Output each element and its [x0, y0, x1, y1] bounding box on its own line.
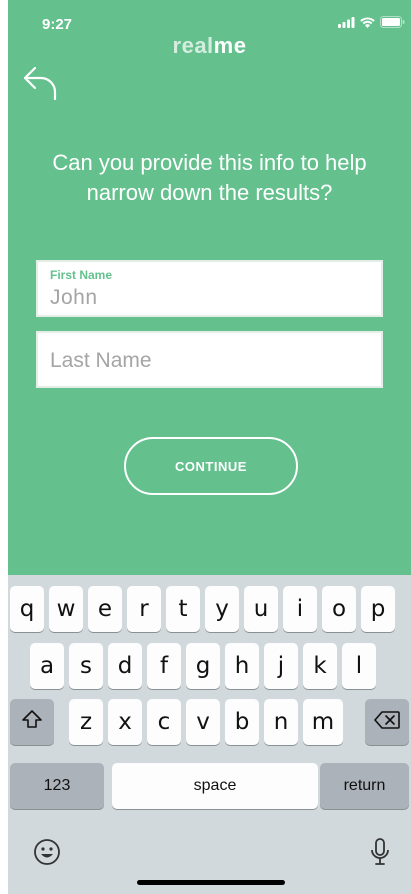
- key-w[interactable]: w: [49, 586, 83, 632]
- key-z[interactable]: z: [69, 699, 103, 745]
- back-button[interactable]: [21, 64, 65, 104]
- key-k[interactable]: k: [303, 643, 337, 689]
- numbers-key[interactable]: 123: [10, 763, 104, 809]
- delete-key[interactable]: [365, 699, 409, 745]
- last-name-field[interactable]: Last Name: [36, 331, 383, 388]
- key-d[interactable]: d: [108, 643, 142, 689]
- space-key[interactable]: space: [112, 763, 318, 809]
- status-bar: 9:27: [8, 0, 411, 34]
- first-name-field[interactable]: First Name John: [36, 260, 383, 317]
- microphone-icon[interactable]: [363, 835, 397, 869]
- key-x[interactable]: x: [108, 699, 142, 745]
- key-e[interactable]: e: [88, 586, 122, 632]
- emoji-icon[interactable]: [30, 835, 64, 869]
- key-g[interactable]: g: [186, 643, 220, 689]
- first-name-value[interactable]: John: [50, 286, 98, 310]
- home-indicator: [137, 880, 285, 885]
- return-key[interactable]: return: [320, 763, 409, 809]
- app-logo: realme: [8, 33, 411, 59]
- shift-icon: [21, 709, 43, 735]
- status-icons: [338, 16, 405, 28]
- key-u[interactable]: u: [244, 586, 278, 632]
- key-f[interactable]: f: [147, 643, 181, 689]
- prompt-text: Can you provide this info to help narrow…: [52, 150, 367, 205]
- key-s[interactable]: s: [69, 643, 103, 689]
- key-c[interactable]: c: [147, 699, 181, 745]
- key-q[interactable]: q: [10, 586, 44, 632]
- last-name-placeholder: Last Name: [50, 349, 152, 372]
- first-name-label: First Name: [50, 268, 113, 282]
- key-i[interactable]: i: [283, 586, 317, 632]
- logo-text-bold: me: [213, 33, 247, 58]
- key-y[interactable]: y: [205, 586, 239, 632]
- key-m[interactable]: m: [303, 699, 343, 745]
- key-j[interactable]: j: [264, 643, 298, 689]
- wifi-icon: [360, 16, 375, 28]
- key-p[interactable]: p: [361, 586, 395, 632]
- status-time: 9:27: [42, 16, 73, 33]
- logo-text-light: real: [172, 33, 214, 58]
- key-r[interactable]: r: [127, 586, 161, 632]
- key-n[interactable]: n: [264, 699, 298, 745]
- back-arrow-icon: [21, 66, 61, 106]
- key-h[interactable]: h: [225, 643, 259, 689]
- key-t[interactable]: t: [166, 586, 200, 632]
- battery-icon: [380, 16, 405, 28]
- continue-button[interactable]: CONTINUE: [124, 437, 298, 495]
- shift-key[interactable]: [10, 699, 54, 745]
- signal-icon: [338, 16, 355, 28]
- keyboard: q w e r t y u i o p a s d f g h j k l z …: [8, 575, 411, 894]
- key-v[interactable]: v: [186, 699, 220, 745]
- key-o[interactable]: o: [322, 586, 356, 632]
- key-l[interactable]: l: [342, 643, 376, 689]
- screen: 9:27 realme Can you provide this info to…: [0, 0, 411, 894]
- delete-icon: [374, 709, 400, 735]
- key-b[interactable]: b: [225, 699, 259, 745]
- key-a[interactable]: a: [30, 643, 64, 689]
